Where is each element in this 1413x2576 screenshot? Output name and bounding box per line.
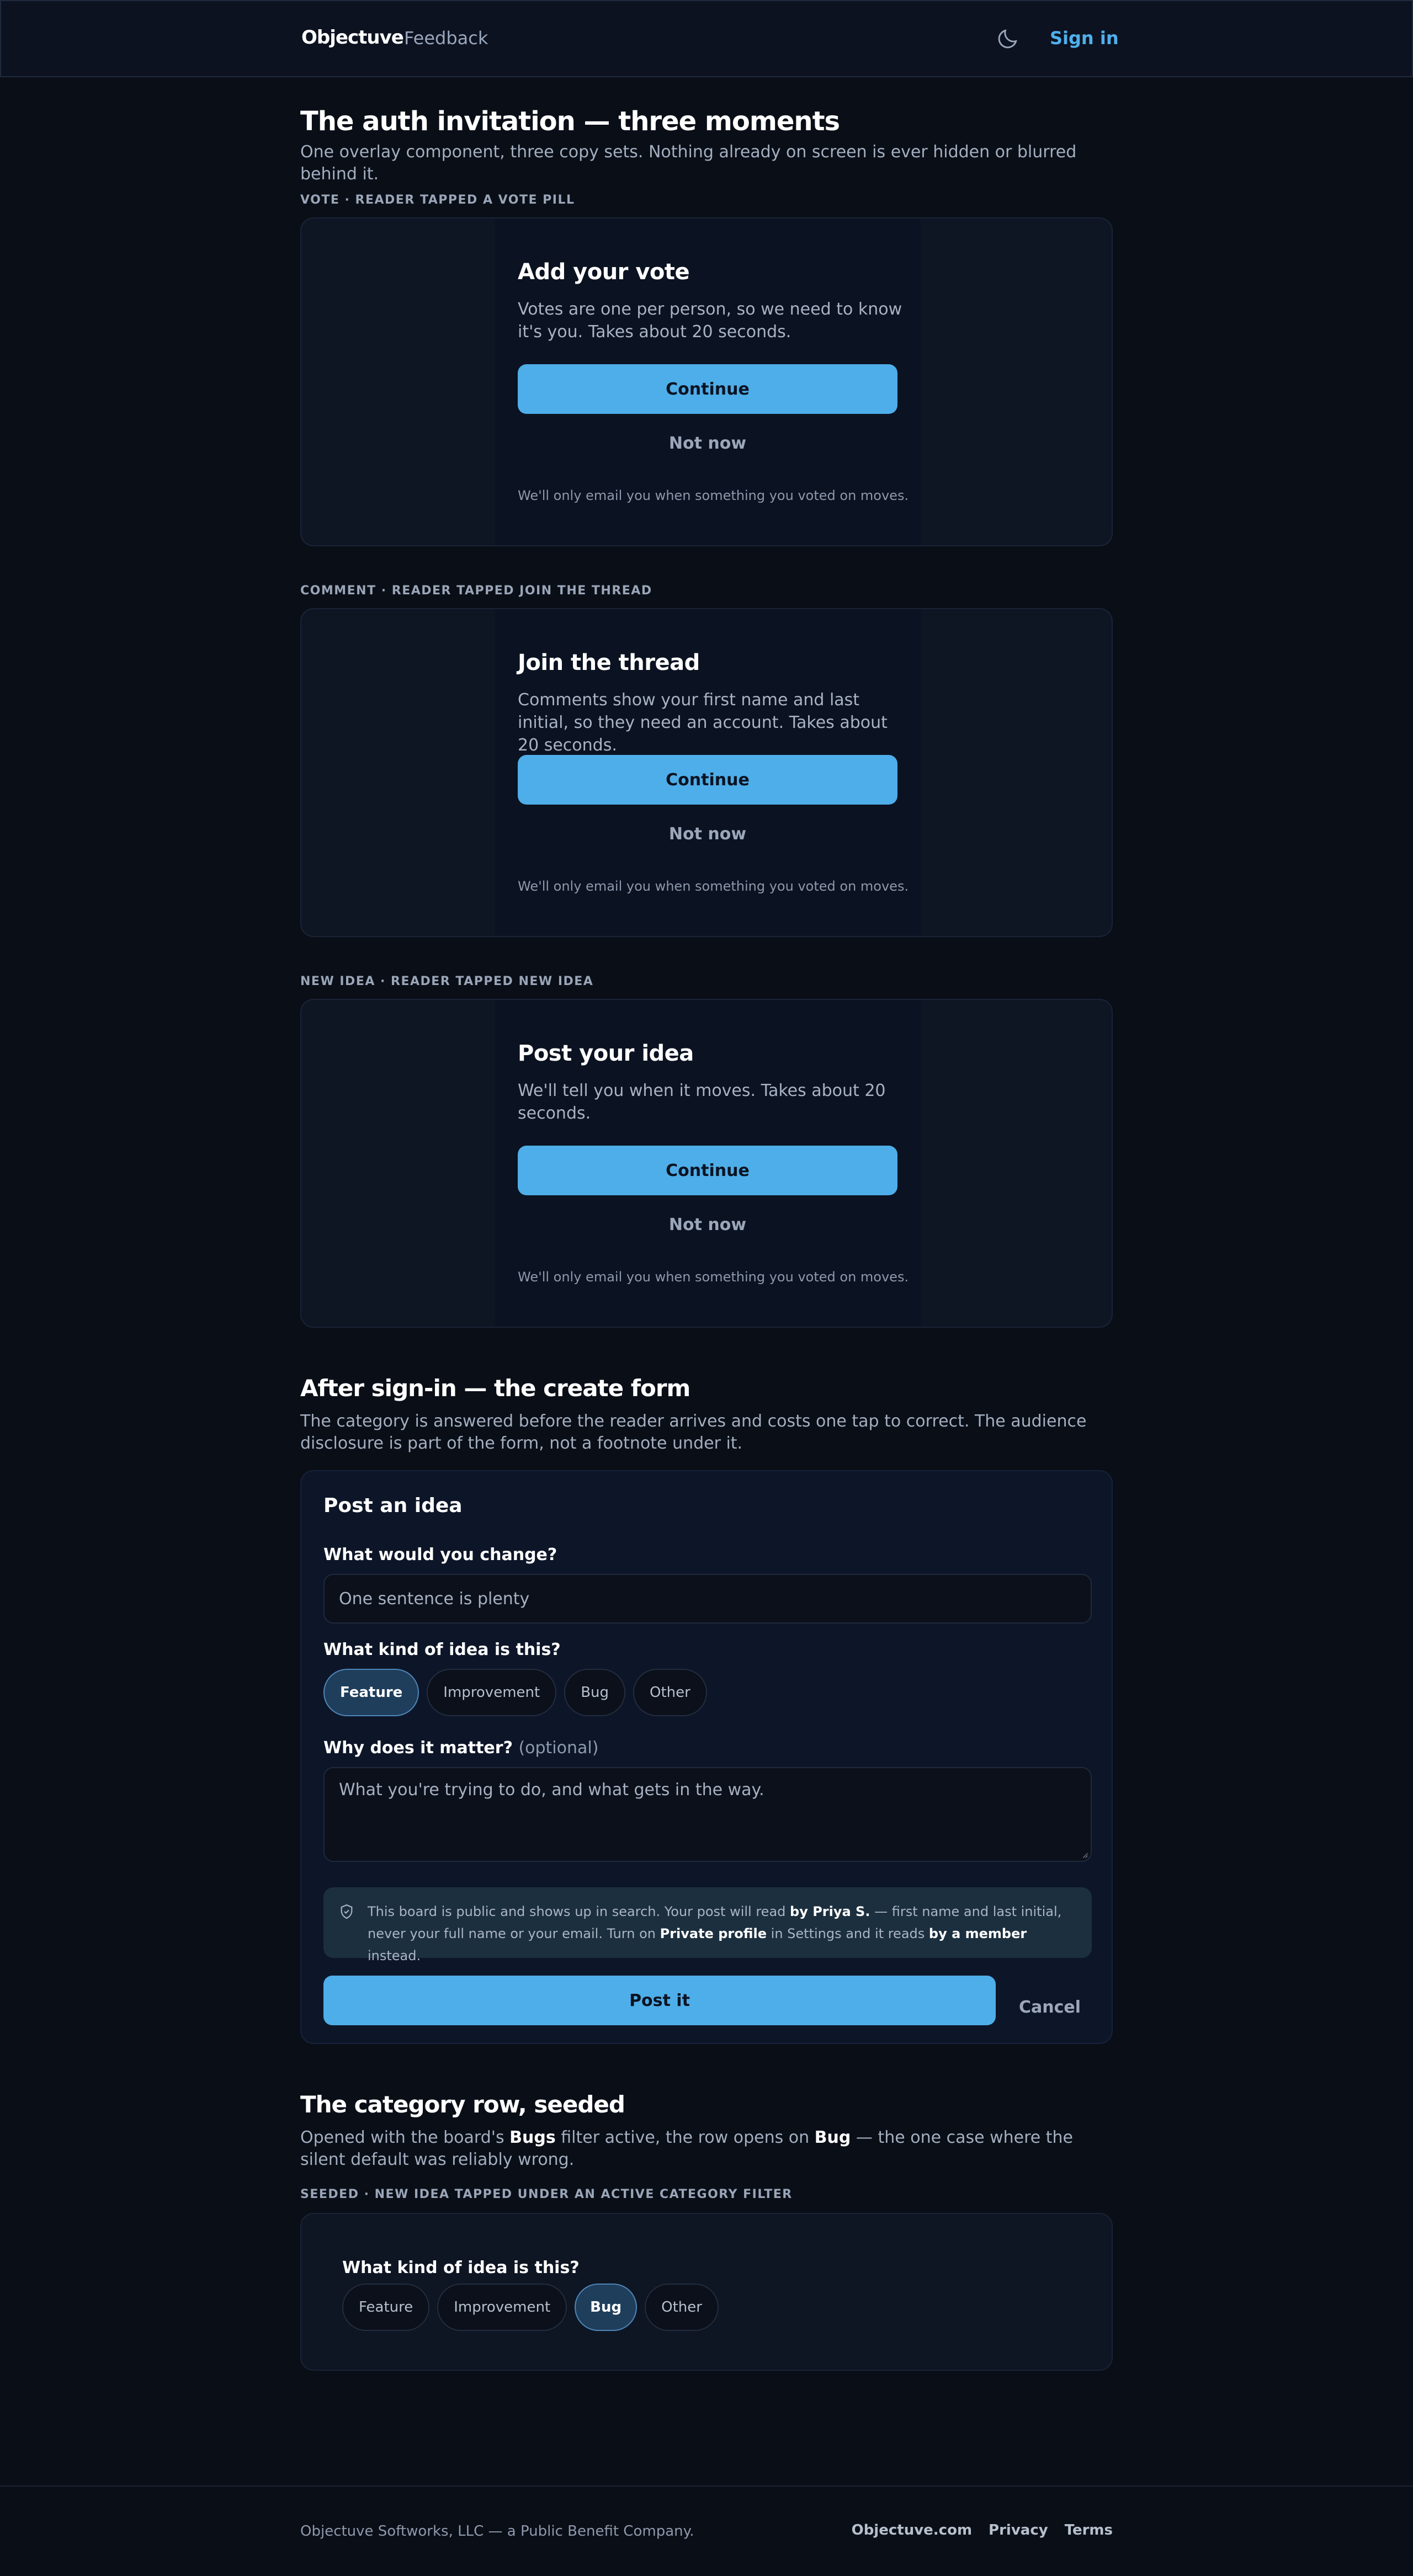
auth-demo-comment: Join the thread Comments show your first… [300,608,1113,937]
why-textarea[interactable]: What you're trying to do, and what gets … [323,1767,1092,1862]
category-pill-other[interactable]: Other [645,2284,719,2331]
sheet-title: Join the thread [518,650,700,675]
question-kind-label: What kind of idea is this? [323,1640,561,1659]
brand-logo[interactable]: Objectuve [301,26,404,49]
intro-section: The auth invitation — three moments One … [300,105,1113,185]
not-now-button[interactable]: Not now [518,434,897,453]
page-subtitle: One overlay component, three copy sets. … [300,142,1077,184]
footer-copyright: Objectuve Softworks, LLC — a Public Bene… [300,2523,694,2540]
sign-in-link[interactable]: Sign in [1050,28,1119,49]
category-pill-feature[interactable]: Feature [342,2284,430,2331]
category-pill-bug[interactable]: Bug [575,2284,638,2331]
sheet-title: Add your vote [518,259,690,285]
cancel-button[interactable]: Cancel [1019,1998,1081,2017]
category-pill-other[interactable]: Other [633,1669,707,1716]
footer-link-terms[interactable]: Terms [1065,2522,1113,2538]
moment-eyebrow-vote: VOTE · READER TAPPED A VOTE PILL [300,193,575,207]
footer-link-privacy[interactable]: Privacy [989,2522,1048,2538]
nav-feedback-link[interactable]: Feedback [404,28,488,49]
not-now-button[interactable]: Not now [518,1215,897,1234]
seeded-section: The category row, seeded Opened with the… [300,2088,1113,2171]
auth-sheet: Add your vote Votes are one per person, … [495,219,921,545]
sheet-fineprint: We'll only email you when something you … [518,1269,909,1285]
footer-link-site[interactable]: Objectuve.com [852,2522,972,2538]
sheet-fineprint: We'll only email you when something you … [518,879,909,894]
category-pill-bug[interactable]: Bug [564,1669,626,1716]
continue-button[interactable]: Continue [518,755,897,805]
private-profile-setting: Private profile [660,1926,767,1941]
seeded-filter-name: Bugs [509,2128,556,2147]
sheet-fineprint: We'll only email you when something you … [518,488,909,503]
seeded-bug: Bug [814,2128,851,2147]
category-pill-row: Feature Improvement Bug Other [323,1669,715,1716]
footer-links: Objectuve.com Privacy Terms [852,2522,1113,2538]
section-subtitle: The category is answered before the read… [300,1412,1087,1453]
question-why-text: Why does it matter? [323,1738,513,1758]
question-change-label: What would you change? [323,1545,557,1564]
question-why-label: Why does it matter? (optional) [323,1738,598,1758]
form-title: Post an idea [323,1494,463,1517]
sheet-body: Votes are one per person, so we need to … [518,300,902,342]
site-footer: Objectuve Softworks, LLC — a Public Bene… [0,2485,1413,2576]
create-form-section: After sign-in — the create form The cate… [300,1372,1113,1455]
moon-icon[interactable] [996,26,1020,51]
optional-tag: (optional) [518,1738,599,1758]
disclosure-byline: by Priya S. [790,1904,870,1919]
category-pill-feature[interactable]: Feature [323,1669,419,1716]
auth-demo-new-idea: Post your idea We'll tell you when it mo… [300,999,1113,1328]
category-pill-improvement[interactable]: Improvement [437,2284,567,2331]
resize-handle-icon[interactable] [1081,1851,1088,1859]
page-title: The auth invitation — three moments [300,106,840,137]
continue-button[interactable]: Continue [518,1146,897,1195]
post-it-button[interactable]: Post it [323,1976,996,2025]
idea-title-input[interactable]: One sentence is plenty [323,1574,1092,1624]
question-kind-label: What kind of idea is this? [342,2258,580,2277]
auth-sheet: Join the thread Comments show your first… [495,609,921,936]
seeded-sub-2: filter active, the row opens on [555,2128,815,2147]
seeded-sub-1: Opened with the board's [300,2128,510,2147]
section-title: The category row, seeded [300,2091,625,2118]
auth-sheet: Post your idea We'll tell you when it mo… [495,1000,921,1327]
category-pill-improvement[interactable]: Improvement [427,1669,557,1716]
moment-eyebrow-comment: COMMENT · READER TAPPED JOIN THE THREAD [300,584,652,598]
section-title: After sign-in — the create form [300,1375,690,1402]
disclosure-member: by a member [928,1926,1027,1941]
shield-check-icon [341,1904,353,1919]
section-subtitle: Opened with the board's Bugs filter acti… [300,2127,1113,2171]
seeded-eyebrow: SEEDED · NEW IDEA TAPPED UNDER AN ACTIVE… [300,2188,793,2201]
moment-eyebrow-new-idea: NEW IDEA · READER TAPPED NEW IDEA [300,975,594,988]
disclosure-text: This board is public and shows up in sea… [368,1901,1074,1967]
disclosure-part-1: This board is public and shows up in sea… [368,1904,790,1919]
continue-button[interactable]: Continue [518,364,897,414]
top-navbar: Objectuve Feedback Sign in [0,0,1413,77]
sheet-body: Comments show your first name and last i… [518,690,888,755]
audience-disclosure: This board is public and shows up in sea… [323,1887,1092,1963]
seeded-category-demo: What kind of idea is this? Feature Impro… [300,2213,1113,2371]
disclosure-part-3: in Settings and it reads [767,1926,929,1941]
auth-demo-vote: Add your vote Votes are one per person, … [300,217,1113,546]
sheet-title: Post your idea [518,1041,694,1066]
sheet-body: We'll tell you when it moves. Takes abou… [518,1081,886,1123]
create-idea-form: Post an idea What would you change? One … [300,1470,1113,2044]
disclosure-part-4: instead. [368,1948,421,1963]
not-now-button[interactable]: Not now [518,824,897,844]
category-pill-row: Feature Improvement Bug Other [342,2284,726,2331]
